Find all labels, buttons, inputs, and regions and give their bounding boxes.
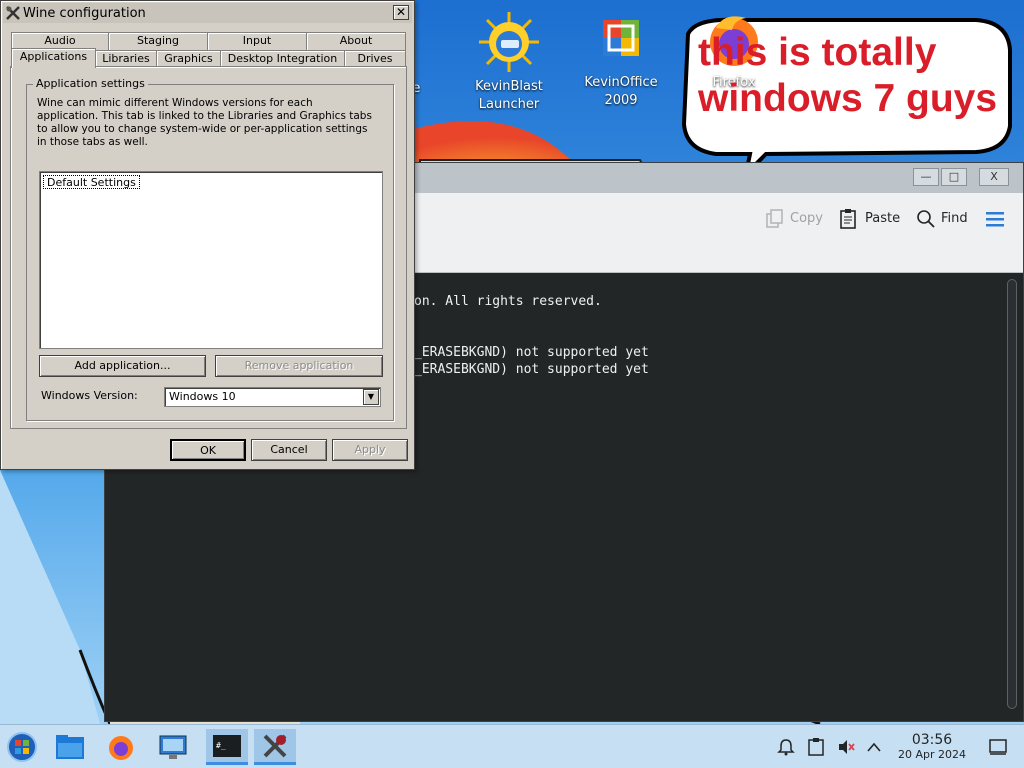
- wine-config-dialog[interactable]: Wine configuration ✕ Audio Staging Input…: [0, 0, 415, 470]
- maximize-button[interactable]: □: [941, 168, 967, 186]
- tray-expand[interactable]: [856, 729, 892, 765]
- notifications-icon: [777, 739, 795, 756]
- taskbar-file-manager[interactable]: [51, 729, 89, 765]
- tab-description: Wine can mimic different Windows version…: [37, 97, 372, 148]
- desktop-icon-label: KevinOffice 2009: [584, 75, 658, 108]
- apply-button[interactable]: Apply: [332, 439, 408, 461]
- clock-date[interactable]: 20 Apr 2024: [890, 748, 974, 761]
- desktop-icon-kevinblast[interactable]: KevinBlast Launcher: [459, 10, 559, 114]
- copy-button[interactable]: Copy: [765, 207, 823, 231]
- tab-applications[interactable]: Applications: [11, 48, 96, 68]
- remove-application-button[interactable]: Remove application: [215, 355, 383, 377]
- ok-button[interactable]: OK: [170, 439, 246, 461]
- taskbar: #_: [0, 724, 1024, 768]
- tab-about[interactable]: About: [306, 32, 406, 50]
- minimize-button[interactable]: —: [913, 168, 939, 186]
- tray-expand-icon: [867, 742, 881, 752]
- paste-button[interactable]: Paste: [838, 207, 900, 231]
- windows-version-label: Windows Version:: [41, 389, 138, 402]
- hamburger-icon: [986, 212, 1004, 227]
- tab-input[interactable]: Input: [207, 32, 307, 50]
- dialog-title: Wine configuration: [23, 5, 146, 21]
- application-list[interactable]: Default Settings: [39, 171, 383, 349]
- terminal-line: _ERASEBKGND) not supported yet: [414, 362, 649, 377]
- copy-icon: [766, 209, 783, 228]
- terminal-line: on. All rights reserved.: [414, 294, 602, 309]
- find-label: Find: [941, 211, 968, 226]
- wine-config-icon: [6, 6, 20, 20]
- close-button[interactable]: X: [979, 168, 1009, 186]
- start-orb-icon: [7, 732, 37, 762]
- konsole-icon: #_: [213, 734, 241, 757]
- start-button[interactable]: [3, 729, 41, 765]
- dialog-titlebar[interactable]: Wine configuration ✕: [3, 3, 412, 23]
- taskbar-firefox[interactable]: [102, 729, 140, 765]
- taskbar-konsole[interactable]: #_: [206, 729, 248, 765]
- paste-icon: [840, 209, 856, 229]
- desktop-icon-label: KevinBlast Launcher: [475, 79, 543, 112]
- tab-panel: Application settings Wine can mimic diff…: [10, 66, 407, 429]
- terminal-scrollbar[interactable]: [1007, 279, 1017, 709]
- clock-time[interactable]: 03:56: [910, 732, 954, 748]
- close-button[interactable]: ✕: [393, 5, 409, 20]
- kevinblast-icon: [479, 12, 539, 72]
- windows-version-select[interactable]: Windows 10 ▼: [164, 387, 381, 407]
- add-application-button[interactable]: Add application...: [39, 355, 206, 377]
- cancel-button[interactable]: Cancel: [251, 439, 327, 461]
- windows-version-value: Windows 10: [169, 390, 236, 403]
- show-desktop-icon: [989, 739, 1007, 755]
- search-icon: [917, 210, 935, 228]
- tab-staging[interactable]: Staging: [108, 32, 208, 50]
- taskbar-wine-config[interactable]: [254, 729, 296, 765]
- find-button[interactable]: Find: [916, 207, 968, 231]
- terminal-line: _ERASEBKGND) not supported yet: [414, 345, 649, 360]
- taskbar-system-settings[interactable]: [154, 729, 192, 765]
- show-desktop-button[interactable]: [980, 729, 1016, 765]
- wine-config-icon: [263, 734, 287, 757]
- bubble-text: this is totally windows 7 guys: [698, 31, 998, 120]
- desktop-icon-kevinoffice[interactable]: KevinOffice 2009: [571, 14, 671, 110]
- copy-label: Copy: [790, 211, 823, 226]
- application-settings-group: Application settings Wine can mimic diff…: [26, 77, 394, 421]
- file-manager-icon: [56, 735, 84, 759]
- chevron-down-icon[interactable]: ▼: [363, 389, 379, 405]
- list-item[interactable]: Default Settings: [43, 175, 140, 189]
- svg-text:#_: #_: [216, 741, 226, 750]
- firefox-icon: [109, 736, 133, 760]
- hamburger-menu-button[interactable]: [985, 207, 1005, 231]
- system-settings-icon: [159, 735, 187, 759]
- group-label: Application settings: [33, 77, 148, 90]
- kevinoffice-icon: [603, 20, 639, 56]
- paste-label: Paste: [865, 211, 901, 226]
- volume-muted-icon: [839, 740, 855, 754]
- clipboard-icon: [808, 738, 824, 756]
